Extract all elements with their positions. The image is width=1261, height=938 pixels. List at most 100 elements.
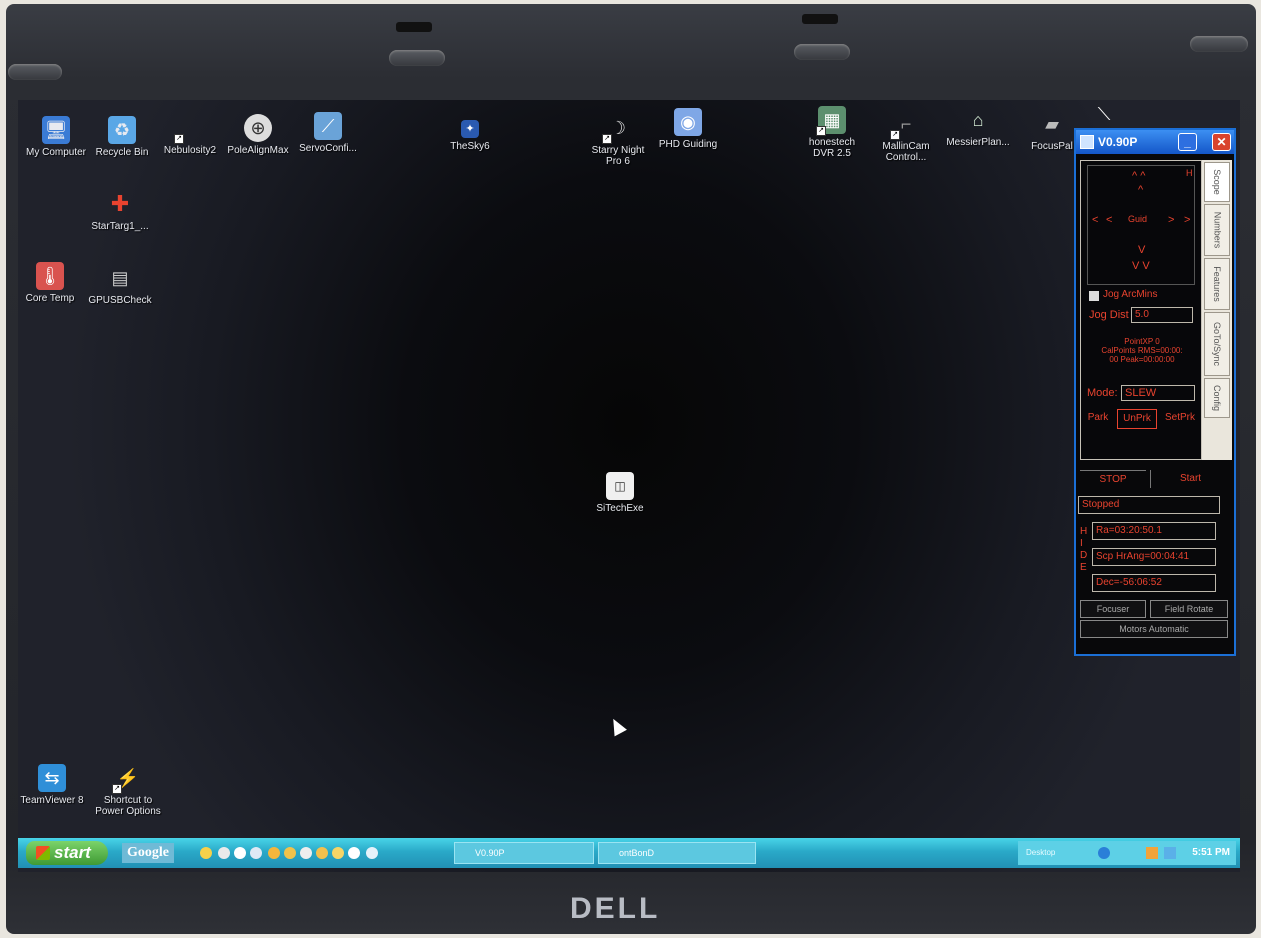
recycle-bin-icon: ♻: [108, 116, 136, 144]
hide-pad-button[interactable]: H: [1186, 168, 1193, 178]
desktop-icon-honestech-dvr[interactable]: ▦ ↗ honestech DVR 2.5: [794, 106, 870, 159]
ie-icon[interactable]: [200, 847, 212, 859]
left-fast-button[interactable]: <: [1092, 214, 1098, 226]
ra-readout: Ra=03:20:50.1: [1092, 522, 1216, 540]
desktop-icon-thesky6[interactable]: ✦ TheSky6: [432, 120, 508, 152]
up-button[interactable]: ^: [1138, 184, 1143, 196]
telescope-control-window: V0.90P _ ✕ ^ ^ ^ H < < Guid > > V V V Jo…: [1074, 128, 1236, 656]
desktop-screen: 🖥 My Computer ♻ Recycle Bin ↗ Nebulosity…: [18, 100, 1240, 872]
desktop-icon-phd-guiding[interactable]: ◉ PHD Guiding: [650, 108, 726, 150]
app-icon: ◫: [606, 472, 634, 500]
quicklaunch-icon[interactable]: [250, 847, 262, 859]
quicklaunch-icon[interactable]: [284, 847, 296, 859]
shortcut-arrow-icon: ↗: [112, 784, 122, 794]
focuser-button[interactable]: Focuser: [1080, 600, 1146, 618]
target-icon: ✚: [110, 191, 130, 216]
desktop-icon-mallincam[interactable]: ⌐ ↗ MallinCam Control...: [868, 110, 944, 163]
quicklaunch-icon[interactable]: [234, 847, 246, 859]
up-fast-button[interactable]: ^ ^: [1132, 170, 1145, 182]
tab-features[interactable]: Features: [1204, 258, 1230, 310]
thermometer-icon: 🌡: [36, 262, 64, 290]
minimize-button[interactable]: _: [1178, 133, 1197, 151]
desktop-icon-starry-night[interactable]: ☽ ↗ Starry Night Pro 6: [580, 114, 656, 167]
start-button[interactable]: start: [26, 841, 108, 865]
park-button[interactable]: Park: [1083, 409, 1113, 427]
quicklaunch-icon[interactable]: [300, 847, 312, 859]
bezel-hinge: [794, 44, 850, 60]
tab-scope[interactable]: Scope: [1204, 162, 1230, 202]
camera-icon: ⌐ ↗: [890, 110, 920, 140]
hide-button[interactable]: HIDE: [1080, 526, 1088, 574]
point-info: PointXP 0 CalPoints RMS=00:00: 00 Peak=0…: [1101, 337, 1183, 364]
tray-desktop-toolbar[interactable]: Desktop: [1018, 848, 1055, 857]
bezel-hinge: [389, 50, 445, 66]
moon-icon: ☽ ↗: [602, 114, 632, 144]
shortcut-arrow-icon: ↗: [174, 134, 184, 144]
taskbar-clock[interactable]: 5:51 PM: [1192, 841, 1230, 865]
mode-select[interactable]: SLEW: [1121, 385, 1195, 401]
unpark-button[interactable]: UnPrk: [1117, 409, 1157, 429]
tab-goto-sync[interactable]: GoTo/Sync: [1204, 312, 1230, 376]
desktop-icon-recycle-bin[interactable]: ♻ Recycle Bin: [84, 116, 160, 158]
desktop-icon-teamviewer[interactable]: ⇆ TeamViewer 8: [18, 764, 90, 806]
close-button[interactable]: ✕: [1212, 133, 1231, 151]
quicklaunch-icon[interactable]: [332, 847, 344, 859]
jog-dist-label: Jog Dist: [1089, 309, 1129, 321]
windows-flag-icon: [36, 846, 50, 860]
shortcut-arrow-icon: ↗: [890, 130, 900, 140]
taskbar-button-app[interactable]: ontBonD: [598, 842, 756, 864]
desktop-icon-telescope[interactable]: ⟍: [1084, 100, 1124, 131]
bezel-clip: [802, 14, 838, 24]
telescope-icon: ⟍: [1097, 104, 1111, 124]
motors-automatic-button[interactable]: Motors Automatic: [1080, 620, 1228, 638]
desktop-icon-core-temp[interactable]: 🌡 Core Temp: [18, 262, 88, 304]
right-button[interactable]: >: [1168, 214, 1174, 226]
desktop-icon-messierplanner[interactable]: ⌂ MessierPlan...: [940, 106, 1016, 148]
start-button[interactable]: Start: [1150, 470, 1230, 488]
sky-icon: ✦: [461, 120, 479, 138]
taskbar: start Google V0.90P ontBonD Desktop 5:51…: [18, 838, 1240, 868]
desktop-icon-gpusbcheck[interactable]: ▤ GPUSBCheck: [82, 264, 158, 306]
desktop-icon-nebulosity2[interactable]: ↗ Nebulosity2: [152, 130, 228, 156]
jog-arcmins-checkbox[interactable]: [1089, 291, 1099, 301]
down-button[interactable]: V: [1138, 244, 1145, 256]
desktop-icon-power-options[interactable]: ⚡ ↗ Shortcut to Power Options: [90, 764, 166, 817]
window-titlebar[interactable]: V0.90P _ ✕: [1076, 130, 1234, 154]
dell-logo: DELL: [570, 892, 661, 925]
computer-icon: 🖥: [42, 116, 70, 144]
bezel-hinge-left: [8, 64, 62, 80]
quicklaunch-icon[interactable]: [316, 847, 328, 859]
desktop-icon-sitechexe[interactable]: ◫ SiTechExe: [582, 472, 658, 514]
guide-button[interactable]: Guid: [1128, 214, 1147, 224]
scope-panel: ^ ^ ^ H < < Guid > > V V V Jog ArcMins J…: [1080, 160, 1202, 460]
tray-volume-icon[interactable]: [1146, 847, 1158, 859]
down-fast-button[interactable]: V V: [1132, 260, 1150, 272]
shortcut-arrow-icon: ↗: [602, 134, 612, 144]
tab-numbers[interactable]: Numbers: [1204, 204, 1230, 256]
tray-network-icon[interactable]: [1098, 847, 1110, 859]
stop-button[interactable]: STOP: [1080, 470, 1146, 489]
status-field: Stopped: [1078, 496, 1220, 514]
right-fast-button[interactable]: >: [1184, 214, 1190, 226]
quicklaunch-icon[interactable]: [348, 847, 360, 859]
bezel-hinge-right: [1190, 36, 1248, 52]
quicklaunch-icon[interactable]: [366, 847, 378, 859]
google-toolbar[interactable]: Google: [122, 843, 174, 863]
control-tabs: Scope Numbers Features GoTo/Sync Config: [1202, 160, 1232, 460]
setpark-button[interactable]: SetPrk: [1161, 409, 1199, 427]
jog-dist-input[interactable]: 5.0: [1131, 307, 1193, 323]
tab-config[interactable]: Config: [1204, 378, 1230, 418]
quicklaunch-icon[interactable]: [268, 847, 280, 859]
left-button[interactable]: <: [1106, 214, 1112, 226]
desktop-icon-startarg[interactable]: ✚ StarTarg1_...: [82, 190, 158, 233]
desktop-icon-servoconfig[interactable]: ⟋ ServoConfi...: [290, 112, 366, 154]
desktop-icon-my-computer[interactable]: 🖥 My Computer: [18, 116, 94, 158]
tray-power-icon[interactable]: [1164, 847, 1176, 859]
taskbar-button-v090p[interactable]: V0.90P: [454, 842, 594, 864]
field-rotate-button[interactable]: Field Rotate: [1150, 600, 1228, 618]
desktop-icon-polealignmax[interactable]: ⊕ PoleAlignMax: [220, 114, 296, 156]
shortcut-arrow-icon: ↗: [816, 126, 826, 136]
planner-icon: ⌂: [972, 110, 984, 130]
quicklaunch-icon[interactable]: [218, 847, 230, 859]
mouse-pointer-icon: [607, 715, 627, 737]
